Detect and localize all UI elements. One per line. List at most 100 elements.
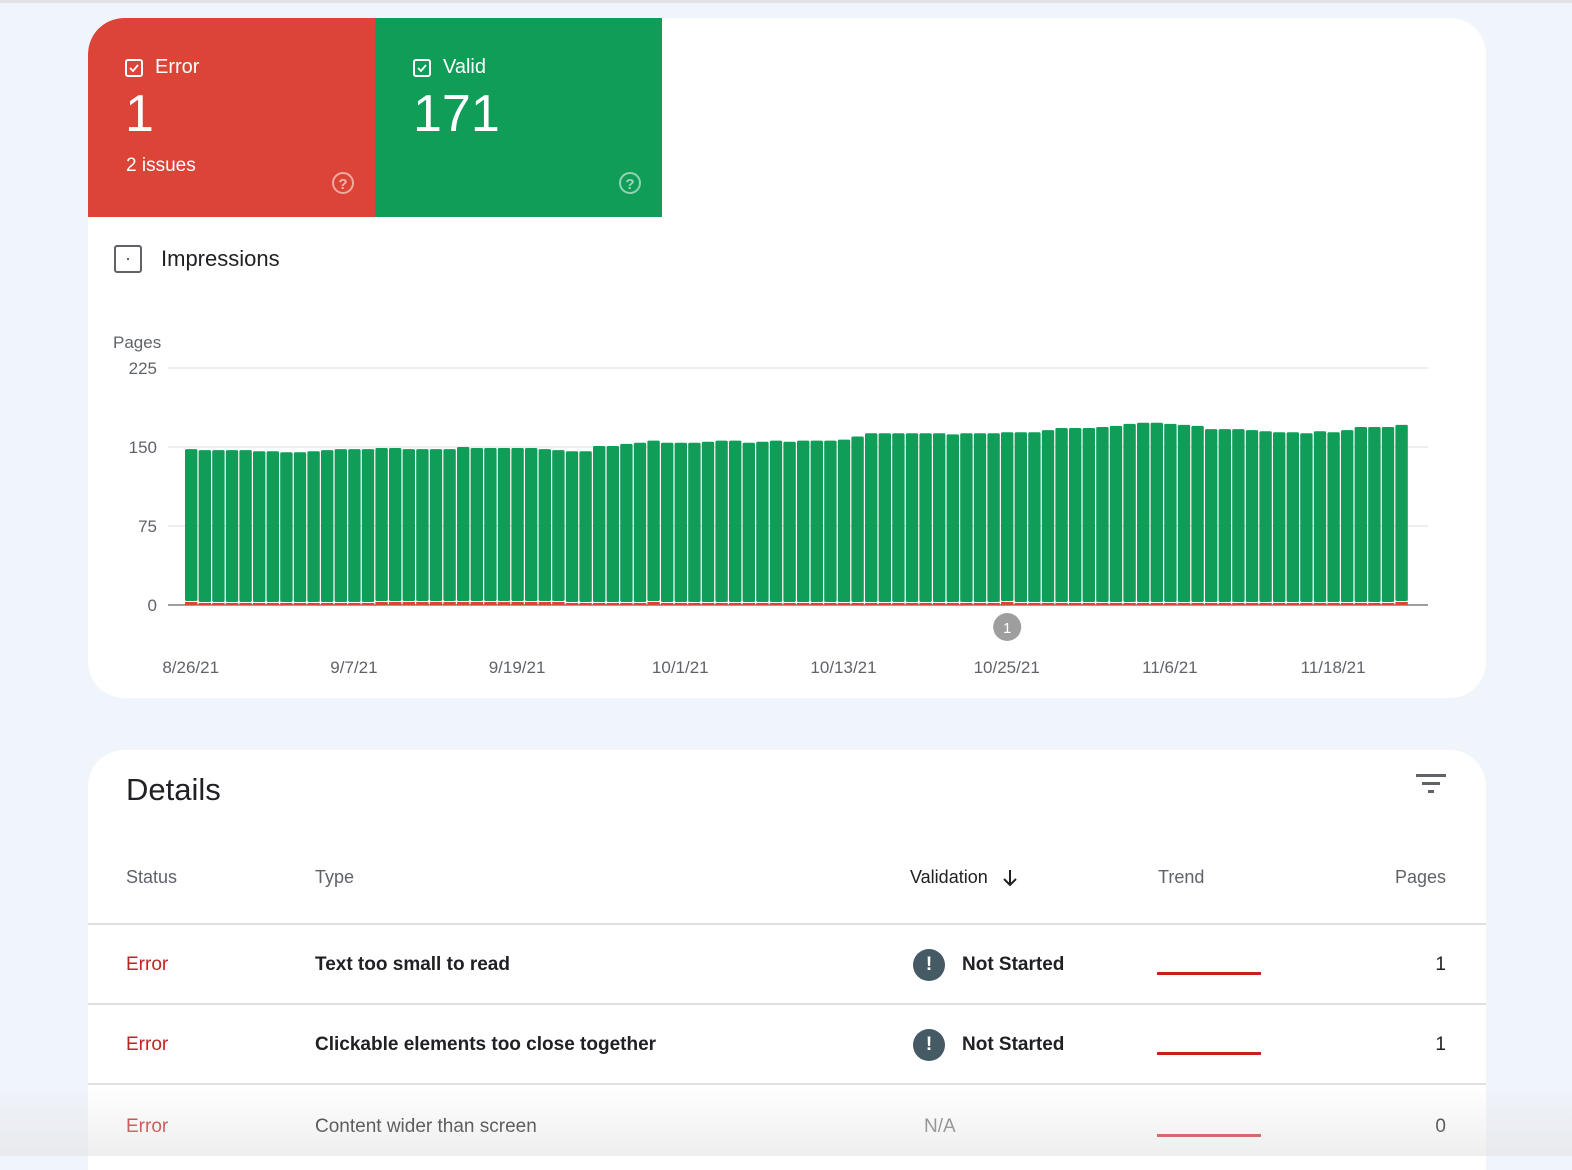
valid-bar[interactable] <box>837 439 851 602</box>
error-bar[interactable] <box>1300 603 1313 605</box>
valid-bar[interactable] <box>1368 426 1381 602</box>
valid-bar[interactable] <box>674 442 687 602</box>
error-bar[interactable] <box>851 603 864 605</box>
valid-bar[interactable] <box>1354 426 1367 602</box>
error-bar[interactable] <box>933 603 946 605</box>
table-row[interactable]: Error Clickable elements too close toget… <box>88 1005 1486 1085</box>
error-bar[interactable] <box>484 602 497 605</box>
error-bar[interactable] <box>769 603 783 605</box>
annotation-marker[interactable]: 1 <box>993 613 1022 641</box>
error-bar[interactable] <box>1232 603 1245 605</box>
error-bar[interactable] <box>797 603 810 605</box>
error-bar[interactable] <box>293 603 307 605</box>
valid-bar[interactable] <box>1286 432 1299 602</box>
error-bar[interactable] <box>647 602 660 605</box>
error-bar[interactable] <box>389 602 402 605</box>
valid-bar[interactable] <box>769 440 783 602</box>
error-bar[interactable] <box>783 603 796 605</box>
error-bar[interactable] <box>987 603 1000 605</box>
valid-bar[interactable] <box>253 451 266 602</box>
error-bar[interactable] <box>334 603 347 605</box>
valid-bar[interactable] <box>647 440 660 601</box>
error-bar[interactable] <box>1395 602 1408 605</box>
valid-bar[interactable] <box>1109 425 1123 602</box>
error-bar[interactable] <box>565 603 579 605</box>
error-bar[interactable] <box>1354 603 1367 605</box>
error-bar[interactable] <box>538 602 551 605</box>
valid-bar[interactable] <box>497 448 511 601</box>
error-bar[interactable] <box>1191 603 1204 605</box>
valid-bar[interactable] <box>905 433 919 602</box>
error-bar[interactable] <box>1341 603 1354 605</box>
column-header-validation[interactable]: Validation <box>910 867 1020 888</box>
valid-summary-tile[interactable]: Valid 171 ? <box>375 18 662 217</box>
error-bar[interactable] <box>1286 603 1299 605</box>
valid-bar[interactable] <box>878 433 891 602</box>
valid-bar[interactable] <box>1313 431 1327 602</box>
error-bar[interactable] <box>497 602 511 605</box>
valid-bar[interactable] <box>783 441 796 602</box>
valid-bar[interactable] <box>579 451 592 602</box>
error-bar[interactable] <box>375 602 388 605</box>
valid-bar[interactable] <box>470 448 483 601</box>
error-bar[interactable] <box>1150 603 1163 605</box>
table-row[interactable]: Error Content wider than screen N/A 0 <box>88 1085 1486 1165</box>
valid-bar[interactable] <box>729 440 742 602</box>
valid-bar[interactable] <box>865 433 878 602</box>
error-bar[interactable] <box>742 603 755 605</box>
valid-bar[interactable] <box>1123 423 1136 602</box>
valid-bar[interactable] <box>1001 432 1014 601</box>
error-bar[interactable] <box>729 603 742 605</box>
valid-bar[interactable] <box>1137 422 1150 602</box>
error-bar[interactable] <box>946 603 959 605</box>
error-bar[interactable] <box>321 603 334 605</box>
error-bar[interactable] <box>905 603 919 605</box>
valid-bar[interactable] <box>946 434 959 602</box>
error-bar[interactable] <box>212 603 225 605</box>
valid-bar[interactable] <box>1096 426 1109 602</box>
valid-bar[interactable] <box>892 433 905 602</box>
valid-bar[interactable] <box>307 451 320 602</box>
valid-bar[interactable] <box>185 449 198 601</box>
error-bar[interactable] <box>1069 603 1082 605</box>
valid-bar[interactable] <box>429 449 443 601</box>
error-bar[interactable] <box>756 603 769 605</box>
valid-bar[interactable] <box>565 451 579 602</box>
error-bar[interactable] <box>973 603 987 605</box>
valid-bar[interactable] <box>212 450 225 602</box>
error-summary-tile[interactable]: Error 1 2 issues ? <box>88 18 375 217</box>
valid-bar[interactable] <box>987 433 1000 602</box>
valid-bar[interactable] <box>810 440 823 602</box>
error-bar[interactable] <box>579 603 592 605</box>
valid-bar[interactable] <box>1082 428 1095 602</box>
valid-bar[interactable] <box>1327 432 1340 602</box>
error-bar[interactable] <box>1177 603 1191 605</box>
valid-bar[interactable] <box>1218 429 1231 602</box>
error-bar[interactable] <box>1245 603 1259 605</box>
valid-bar[interactable] <box>416 449 429 601</box>
error-bar[interactable] <box>593 603 606 605</box>
error-bar[interactable] <box>1381 603 1395 605</box>
valid-checkbox[interactable] <box>413 58 431 77</box>
error-bar[interactable] <box>225 603 239 605</box>
valid-bar[interactable] <box>538 449 551 601</box>
valid-bar[interactable] <box>756 441 769 602</box>
valid-bar[interactable] <box>321 450 334 602</box>
filter-icon[interactable] <box>1416 774 1446 801</box>
error-bar[interactable] <box>1014 603 1027 605</box>
error-bar[interactable] <box>429 602 443 605</box>
impressions-checkbox[interactable] <box>114 245 142 273</box>
help-icon[interactable]: ? <box>332 172 354 194</box>
error-bar[interactable] <box>1218 603 1231 605</box>
valid-bar[interactable] <box>511 448 524 601</box>
error-bar[interactable] <box>348 603 361 605</box>
valid-bar[interactable] <box>1232 429 1245 602</box>
error-bar[interactable] <box>1109 603 1123 605</box>
error-bar[interactable] <box>1313 603 1327 605</box>
column-header-type[interactable]: Type <box>315 867 354 888</box>
valid-bar[interactable] <box>1395 424 1408 601</box>
valid-bar[interactable] <box>1164 423 1177 602</box>
valid-bar[interactable] <box>1014 432 1027 602</box>
valid-bar[interactable] <box>1259 431 1272 602</box>
error-bar[interactable] <box>457 602 470 605</box>
